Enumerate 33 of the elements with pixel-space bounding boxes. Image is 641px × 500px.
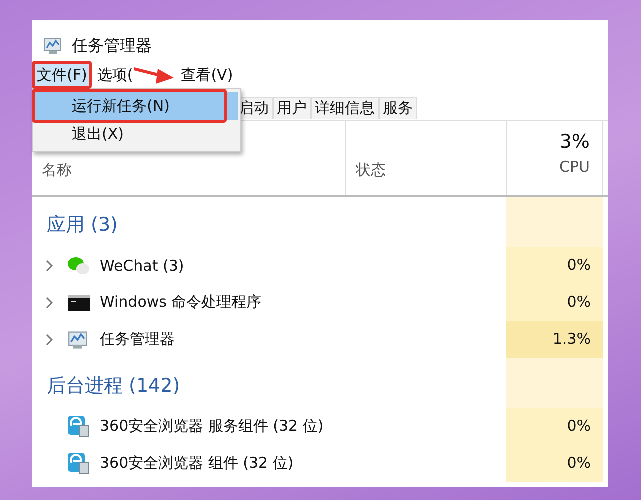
expand-icon[interactable] — [46, 296, 54, 308]
menu-item[interactable]: 查看(V) — [176, 62, 238, 89]
chat-bubbles-icon — [68, 256, 90, 276]
group-title: 应用 (3) — [46, 213, 119, 238]
menu-option[interactable]: 退出(X) — [35, 120, 238, 148]
process-name: Windows 命令处理程序 — [100, 293, 262, 312]
tab[interactable]: 服务 — [379, 97, 417, 119]
tab[interactable]: 详细信息 — [311, 97, 379, 119]
process-name: 360安全浏览器 组件 (32 位) — [100, 454, 294, 473]
cpu-cell: 0% — [506, 445, 603, 482]
cpu-cell: 0% — [506, 284, 603, 321]
group-title: 后台进程 (142) — [46, 374, 182, 399]
menu-option[interactable]: 运行新任务(N) — [35, 92, 238, 120]
annotation-arrow — [134, 66, 174, 84]
column-header[interactable]: CPU — [560, 158, 590, 176]
process-name: 任务管理器 — [100, 330, 175, 349]
cpu-cell: 0% — [506, 408, 603, 445]
cpu-cell: 0% — [506, 247, 603, 284]
menu-item[interactable]: 选项( — [92, 62, 138, 89]
window-title: 任务管理器 — [72, 36, 152, 56]
process-name: 360安全浏览器 服务组件 (32 位) — [100, 417, 324, 436]
column-header[interactable]: 状态 — [346, 121, 507, 195]
tab[interactable]: 用户 — [273, 97, 311, 119]
monitor-icon — [68, 330, 90, 350]
process-name: WeChat (3) — [100, 256, 184, 274]
browser-icon — [68, 452, 90, 474]
browser-icon — [68, 416, 90, 438]
cpu-cell: 1.3% — [506, 321, 603, 358]
monitor-icon — [44, 37, 64, 55]
expand-icon[interactable] — [46, 334, 54, 346]
cpu-total: 3% — [560, 131, 590, 153]
expand-icon[interactable] — [46, 260, 54, 272]
console-icon — [68, 294, 90, 312]
